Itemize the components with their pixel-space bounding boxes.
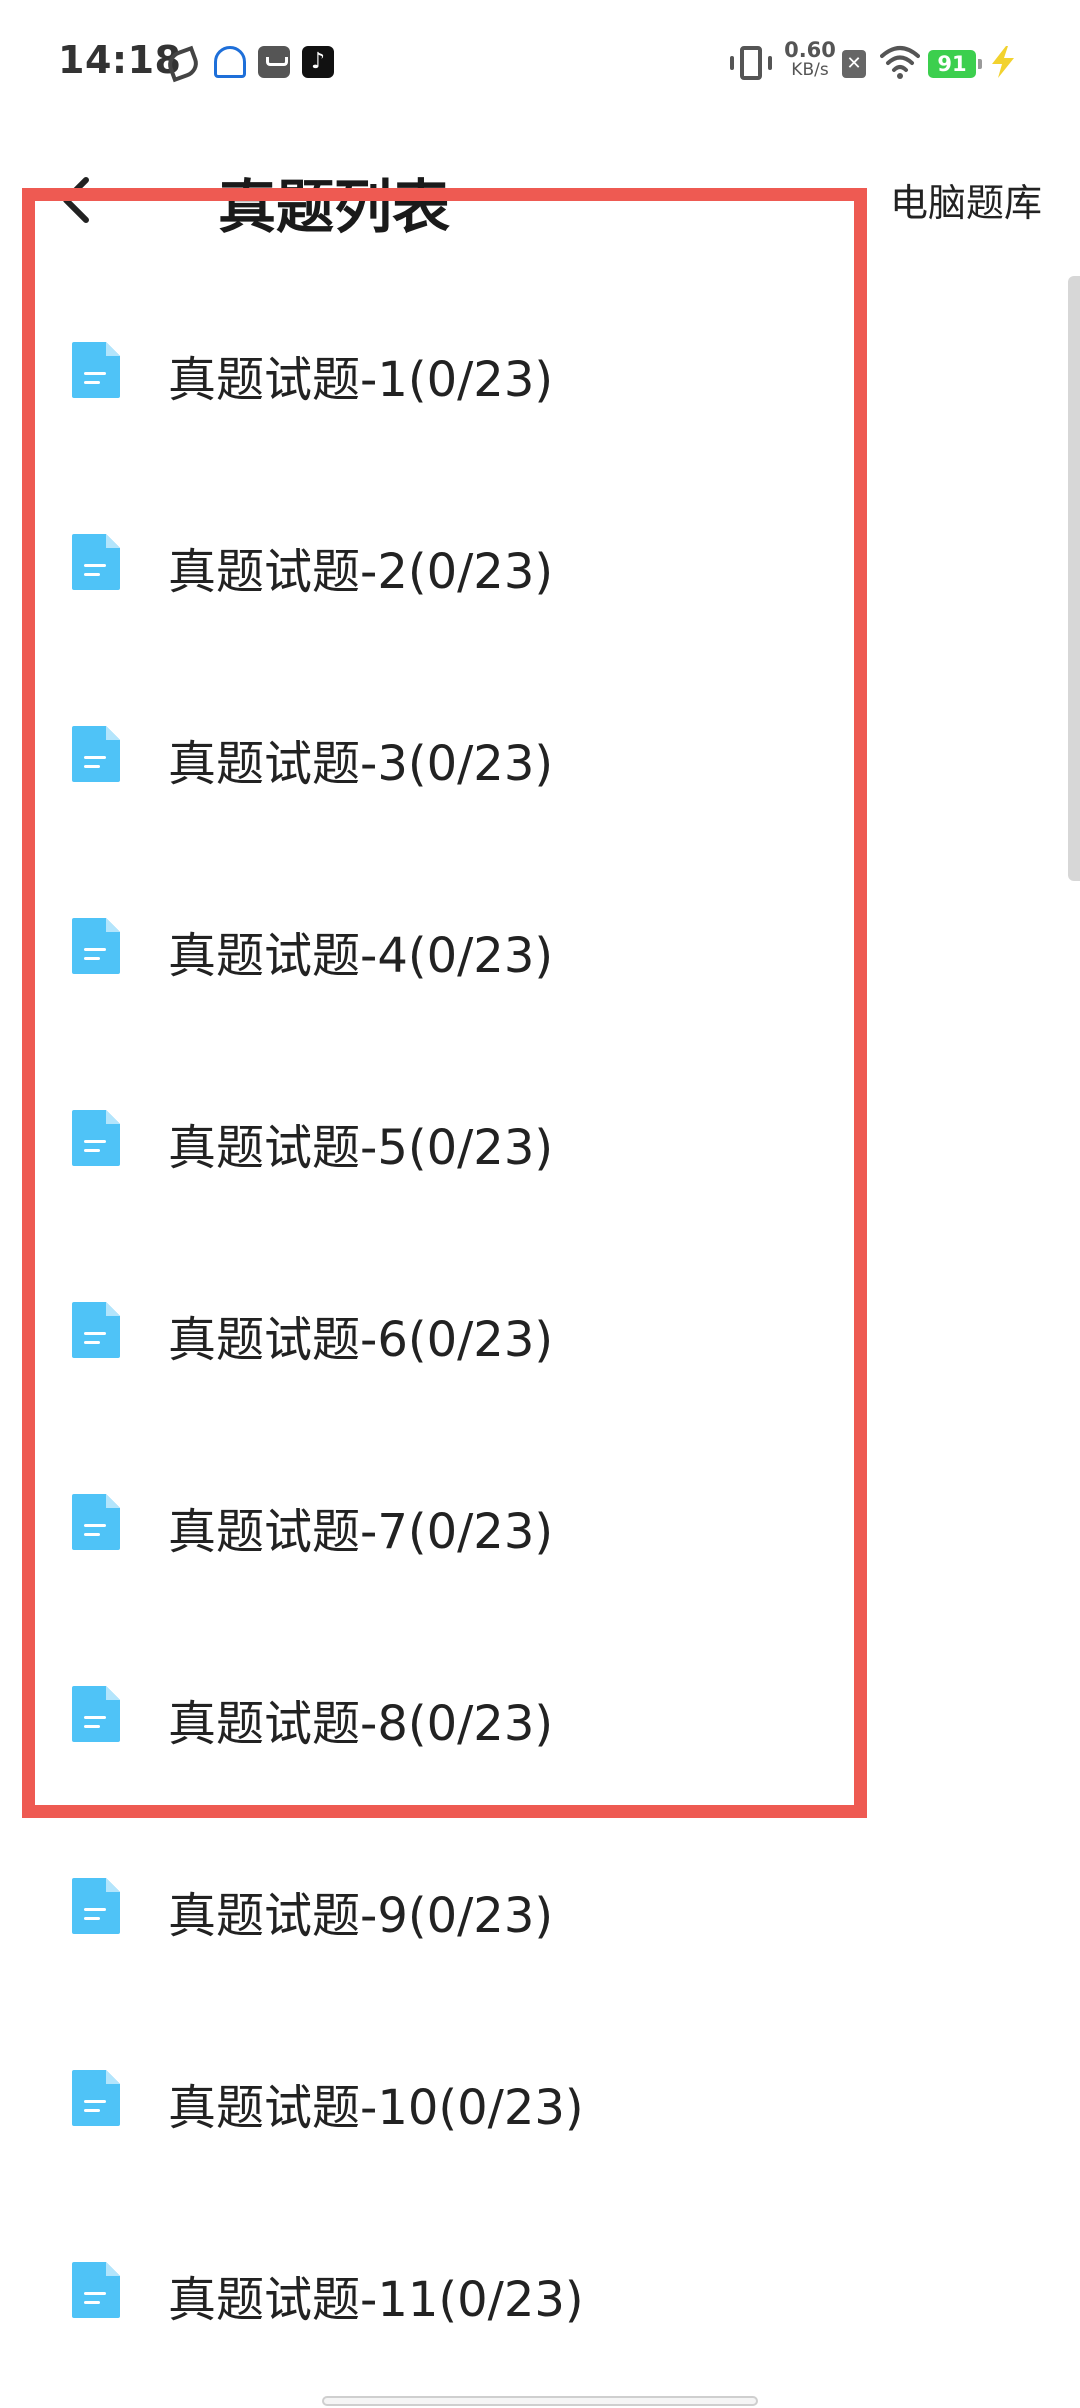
battery-icon: 91	[928, 50, 982, 78]
list-item-label: 真题试题-2(0/23)	[168, 544, 554, 600]
page-title: 真题列表	[218, 173, 451, 241]
document-icon	[72, 1302, 120, 1358]
document-icon	[72, 726, 120, 782]
shop-bag-icon	[258, 46, 290, 78]
document-icon	[72, 1494, 120, 1550]
list-item-label: 真题试题-3(0/23)	[168, 736, 554, 792]
home-indicator[interactable]	[322, 2396, 758, 2406]
scrollbar[interactable]	[1068, 276, 1080, 881]
blue-app-icon	[214, 46, 246, 78]
document-icon	[72, 1110, 120, 1166]
list-item-label: 真题试题-11(0/23)	[168, 2272, 584, 2328]
exam-list: 真题试题-1(0/23) 真题试题-2(0/23) 真题试题-3(0/23) 真…	[0, 282, 1080, 2394]
document-icon	[72, 2262, 120, 2318]
net-speed-unit: KB/s	[791, 60, 829, 80]
list-item-label: 真题试题-4(0/23)	[168, 928, 554, 984]
back-arrow-icon[interactable]	[52, 170, 112, 230]
list-item-label: 真题试题-5(0/23)	[168, 1120, 554, 1176]
charging-bolt-icon	[992, 46, 1014, 78]
status-bar: 14:18 ♪ 0.60 KB/s ✕ 91	[0, 0, 1080, 130]
vibrate-icon	[730, 46, 772, 80]
wifi-icon	[880, 46, 920, 79]
list-item-label: 真题试题-9(0/23)	[168, 1888, 554, 1944]
status-time: 14:18	[58, 38, 182, 82]
document-icon	[72, 534, 120, 590]
document-icon	[72, 342, 120, 398]
document-icon	[72, 1878, 120, 1934]
list-item[interactable]: 真题试题-10(0/23)	[0, 2010, 1080, 2202]
list-item-label: 真题试题-8(0/23)	[168, 1696, 554, 1752]
list-item-label: 真题试题-6(0/23)	[168, 1312, 554, 1368]
computer-question-bank-link[interactable]: 电脑题库	[890, 172, 1042, 227]
list-item-label: 真题试题-1(0/23)	[168, 352, 554, 408]
header: 真题列表 电脑题库	[0, 130, 1080, 260]
list-item[interactable]: 真题试题-11(0/23)	[0, 2202, 1080, 2394]
list-item-label: 真题试题-10(0/23)	[168, 2080, 584, 2136]
list-item[interactable]: 真题试题-4(0/23)	[0, 858, 1080, 1050]
list-item[interactable]: 真题试题-7(0/23)	[0, 1434, 1080, 1626]
net-speed: 0.60 KB/s	[780, 38, 840, 81]
net-speed-value: 0.60	[784, 38, 836, 62]
list-item[interactable]: 真题试题-9(0/23)	[0, 1818, 1080, 2010]
list-item[interactable]: 真题试题-2(0/23)	[0, 474, 1080, 666]
document-icon	[72, 2070, 120, 2126]
list-item[interactable]: 真题试题-1(0/23)	[0, 282, 1080, 474]
list-item[interactable]: 真题试题-3(0/23)	[0, 666, 1080, 858]
list-item[interactable]: 真题试题-8(0/23)	[0, 1626, 1080, 1818]
list-item-label: 真题试题-7(0/23)	[168, 1504, 554, 1560]
list-item[interactable]: 真题试题-5(0/23)	[0, 1050, 1080, 1242]
list-item[interactable]: 真题试题-6(0/23)	[0, 1242, 1080, 1434]
screen: 14:18 ♪ 0.60 KB/s ✕ 91 真题列表 电脑题库 真题试题-1(…	[0, 0, 1080, 2408]
tiktok-icon: ♪	[302, 46, 334, 78]
sim-x-icon: ✕	[842, 50, 866, 78]
document-icon	[72, 918, 120, 974]
document-icon	[72, 1686, 120, 1742]
